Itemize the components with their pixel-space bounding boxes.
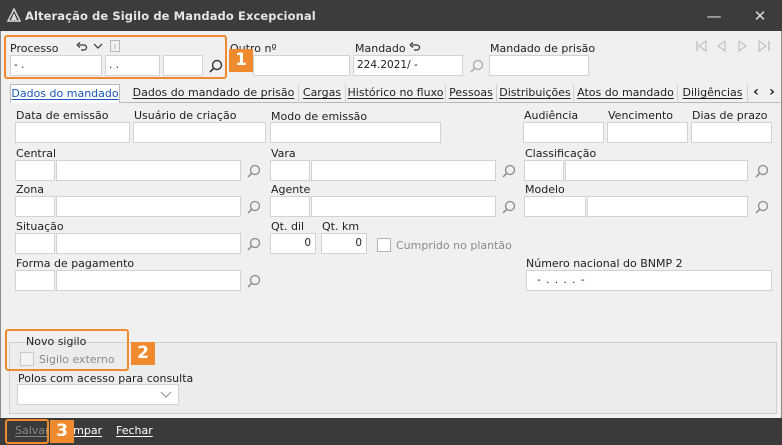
vara-code-field[interactable] <box>270 160 310 181</box>
tab-atos-mandado[interactable]: Atos do mandado <box>574 84 678 103</box>
dias-prazo-label: Dias de prazo <box>692 109 768 122</box>
modelo-search-icon[interactable] <box>754 199 770 215</box>
zona-search-icon[interactable] <box>246 199 262 215</box>
mandado-prisao-field[interactable] <box>489 55 589 76</box>
callout-box-1 <box>4 35 227 79</box>
tab-distribuicoes[interactable]: Distribuições <box>497 84 574 103</box>
outro-field[interactable] <box>253 55 350 76</box>
tab-scroll-right-icon[interactable]: › <box>764 84 780 102</box>
next-record-icon[interactable] <box>738 40 747 52</box>
vencimento-label: Vencimento <box>608 109 674 122</box>
tab-pessoas[interactable]: Pessoas <box>446 84 497 103</box>
previous-record-icon[interactable] <box>717 40 726 52</box>
qt-km-field[interactable]: 0 <box>321 233 367 254</box>
forma-pagamento-search-icon[interactable] <box>246 273 262 289</box>
situacao-label: Situação <box>16 220 64 233</box>
agente-label: Agente <box>271 183 311 196</box>
usuario-criacao-label: Usuário de criação <box>134 109 237 122</box>
tab-strip: Dados do mandado Dados do mandado de pri… <box>10 84 780 104</box>
vencimento-field[interactable] <box>607 122 688 143</box>
modelo-label: Modelo <box>525 183 565 196</box>
situacao-desc-field[interactable] <box>56 233 241 254</box>
last-record-icon[interactable] <box>758 40 770 52</box>
classificacao-search-icon[interactable] <box>754 163 770 179</box>
data-emissao-label: Data de emissão <box>16 109 109 122</box>
callout-badge-3: 3 <box>50 420 74 443</box>
classificacao-label: Classificação <box>525 147 597 160</box>
forma-pagamento-code-field[interactable] <box>15 270 55 291</box>
forma-pagamento-label: Forma de pagamento <box>16 257 135 270</box>
title-bar: Alteração de Sigilo de Mandado Excepcion… <box>0 0 782 31</box>
cumprido-plantao-checkbox[interactable] <box>377 238 391 252</box>
modelo-code-field[interactable] <box>524 196 586 217</box>
tab-dados-mandado-prisao[interactable]: Dados do mandado de prisão <box>129 84 299 103</box>
audiencia-field[interactable] <box>523 122 604 143</box>
vara-label: Vara <box>271 147 296 160</box>
modelo-desc-field[interactable] <box>587 196 748 217</box>
mandado-field[interactable]: 224.2021/ - <box>353 55 463 76</box>
classificacao-desc-field[interactable] <box>565 160 748 181</box>
callout-box-2 <box>5 329 129 371</box>
zona-label: Zona <box>16 183 44 196</box>
tab-historico-fluxo[interactable]: Histórico no fluxo <box>346 84 446 103</box>
vara-search-icon[interactable] <box>501 163 517 179</box>
first-record-icon[interactable] <box>696 40 707 52</box>
callout-badge-2: 2 <box>131 342 155 365</box>
mandado-search-icon[interactable] <box>469 58 485 74</box>
tab-scroll-left-icon[interactable]: ‹ <box>748 84 764 102</box>
qt-dil-label: Qt. dil <box>271 220 305 233</box>
zona-desc-field[interactable] <box>56 196 241 217</box>
bnmp-field[interactable]: - . . . . - <box>526 270 772 291</box>
forma-pagamento-desc-field[interactable] <box>56 270 241 291</box>
agente-search-icon[interactable] <box>501 199 517 215</box>
central-code-field[interactable] <box>15 160 55 181</box>
cumprido-plantao-label: Cumprido no plantão <box>396 239 512 252</box>
minimize-icon[interactable]: — <box>703 6 725 26</box>
qt-dil-field[interactable]: 0 <box>270 233 316 254</box>
polos-dropdown[interactable] <box>17 384 179 405</box>
bnmp-label: Número nacional do BNMP 2 <box>526 257 683 270</box>
app-logo-icon <box>7 8 21 22</box>
classificacao-code-field[interactable] <box>524 160 564 181</box>
modo-emissao-field[interactable] <box>270 122 441 143</box>
chevron-down-icon <box>160 391 172 398</box>
tab-cargas[interactable]: Cargas <box>299 84 346 103</box>
agente-code-field[interactable] <box>270 196 310 217</box>
data-emissao-field[interactable] <box>15 122 130 143</box>
central-search-icon[interactable] <box>246 163 262 179</box>
mandado-prisao-label: Mandado de prisão <box>490 42 596 55</box>
mandado-label: Mandado <box>355 42 406 55</box>
audiencia-label: Audiência <box>524 109 579 122</box>
footer-bar: Salvar Limpar Fechar <box>0 418 782 445</box>
mandado-undo-icon[interactable] <box>409 40 421 52</box>
zona-code-field[interactable] <box>15 196 55 217</box>
vara-desc-field[interactable] <box>311 160 496 181</box>
usuario-criacao-field[interactable] <box>133 122 266 143</box>
situacao-search-icon[interactable] <box>246 236 262 252</box>
tab-diligencias[interactable]: Diligências <box>678 84 748 103</box>
window-title: Alteração de Sigilo de Mandado Excepcion… <box>25 9 316 23</box>
situacao-code-field[interactable] <box>15 233 55 254</box>
callout-box-3 <box>5 419 49 444</box>
callout-badge-1: 1 <box>229 49 253 72</box>
dias-prazo-field[interactable] <box>691 122 772 143</box>
central-label: Central <box>16 147 57 160</box>
agente-desc-field[interactable] <box>311 196 496 217</box>
close-icon[interactable]: ✕ <box>749 6 771 26</box>
central-desc-field[interactable] <box>56 160 241 181</box>
qt-km-label: Qt. km <box>322 220 360 233</box>
fechar-button[interactable]: Fechar <box>116 424 153 437</box>
tab-dados-mandado[interactable]: Dados do mandado <box>10 84 120 104</box>
record-navigation <box>696 40 770 52</box>
